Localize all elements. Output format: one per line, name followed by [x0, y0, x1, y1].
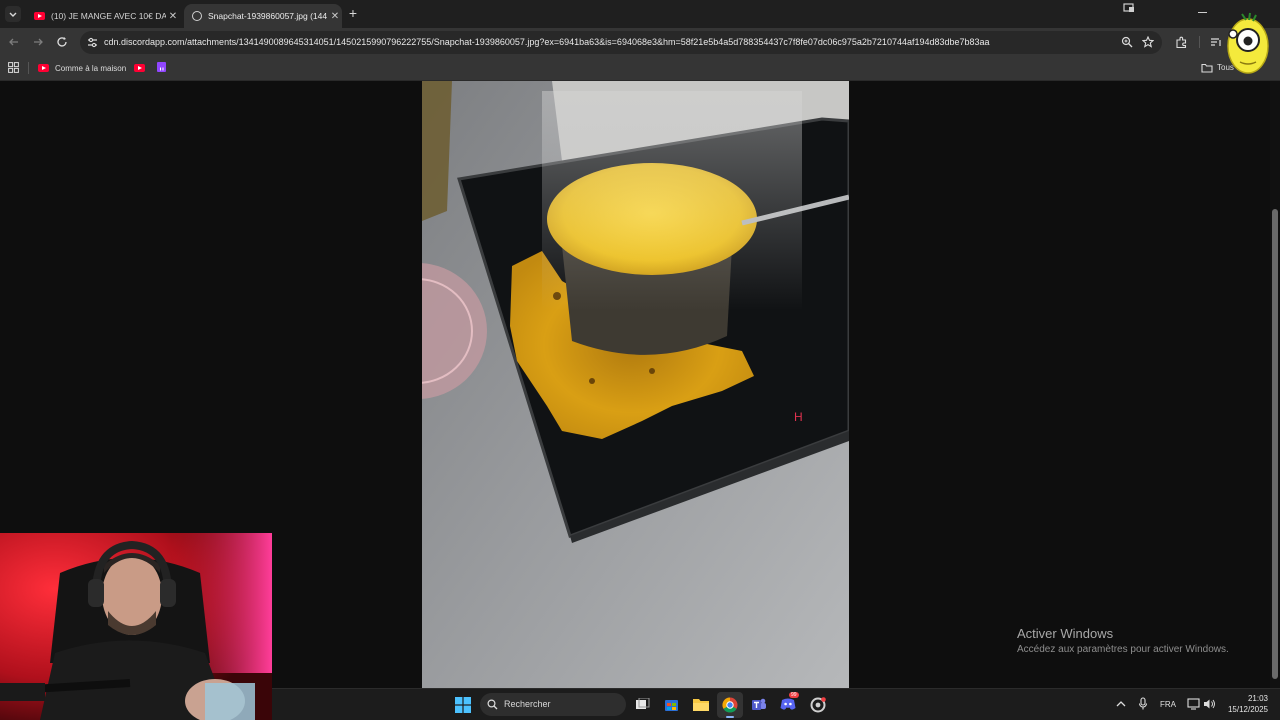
search-icon [487, 699, 498, 710]
bookmark-twitch[interactable] [157, 62, 166, 72]
tab-snapchat-image[interactable]: Snapchat-1939860057.jpg (144 ✕ [184, 4, 342, 28]
minimize-button[interactable] [1198, 12, 1207, 13]
windows-start-icon[interactable] [455, 697, 471, 713]
cartoon-face-overlay [1227, 12, 1269, 74]
clock[interactable]: 21:03 15/12/2025 [1222, 694, 1268, 714]
toolbar-divider [1199, 36, 1200, 48]
apps-grid-icon[interactable] [8, 62, 19, 73]
extensions-icon[interactable] [1175, 36, 1188, 49]
clock-date: 15/12/2025 [1227, 705, 1268, 714]
bookmark-star-icon[interactable] [1142, 36, 1154, 48]
chrome-icon [722, 697, 738, 713]
tab-search-button[interactable] [5, 6, 21, 22]
kitchen-photo: H [422, 81, 849, 689]
forward-arrow-icon[interactable] [32, 36, 44, 48]
bookmarks-divider [28, 62, 29, 74]
bookmark-comme-a-la-maison[interactable]: Comme à la maison [38, 61, 126, 75]
svg-text:H: H [794, 410, 803, 424]
clock-time: 21:03 [1247, 694, 1268, 703]
url-text: cdn.discordapp.com/attachments/134149008… [104, 37, 990, 47]
new-tab-button[interactable]: + [346, 5, 360, 21]
tab-strip: (10) JE MANGE AVEC 10€ DANS ✕ Snapchat-1… [0, 0, 1280, 28]
back-arrow-icon[interactable] [8, 36, 20, 48]
youtube-icon [38, 64, 49, 72]
address-bar[interactable]: cdn.discordapp.com/attachments/134149008… [80, 31, 1162, 54]
task-view-icon[interactable] [635, 698, 650, 712]
snapchat-photo[interactable]: H [422, 81, 849, 689]
active-indicator [726, 716, 734, 718]
webcam-overlay [0, 533, 272, 720]
tab-youtube[interactable]: (10) JE MANGE AVEC 10€ DANS ✕ [28, 4, 180, 28]
taskbar-search[interactable]: Rechercher [480, 693, 626, 716]
activate-title: Activer Windows [1017, 626, 1114, 641]
zoom-icon[interactable] [1121, 36, 1133, 48]
microphone-icon[interactable] [1138, 697, 1148, 711]
close-icon[interactable]: ✕ [328, 11, 342, 22]
close-icon[interactable]: ✕ [166, 11, 180, 22]
file-explorer-icon[interactable] [693, 698, 709, 711]
youtube-icon [34, 12, 45, 20]
webcam-feed [0, 533, 272, 720]
vertical-scrollbar[interactable] [1270, 81, 1280, 689]
activate-windows-watermark: Activer Windows Accédez aux paramètres p… [1017, 626, 1229, 655]
folder-icon[interactable] [1201, 63, 1213, 73]
volume-icon[interactable] [1203, 698, 1216, 710]
twitch-icon [160, 67, 164, 71]
cast-icon[interactable] [1123, 3, 1135, 13]
discord-notification-badge: 99 [789, 692, 799, 698]
activate-subtitle: Accédez aux paramètres pour activer Wind… [1017, 644, 1229, 655]
youtube-icon [134, 64, 145, 72]
reload-icon[interactable] [56, 36, 68, 48]
bookmarks-bar: Comme à la maison Tous … oris [0, 56, 1280, 81]
bookmark-label: Comme à la maison [55, 63, 127, 73]
globe-icon [192, 11, 202, 21]
search-placeholder: Rechercher [504, 699, 551, 709]
settings-app-icon[interactable] [810, 697, 826, 713]
scrollbar-thumb[interactable] [1272, 209, 1278, 679]
chevron-down-icon [9, 12, 17, 17]
chrome-taskbar-button[interactable] [717, 692, 743, 718]
teams-icon[interactable] [751, 697, 767, 712]
discord-taskbar-button[interactable]: 99 [780, 692, 799, 713]
media-controls-icon[interactable] [1210, 37, 1222, 48]
bookmark-youtube[interactable] [134, 64, 151, 72]
network-icon[interactable] [1187, 698, 1200, 710]
tab-label: (10) JE MANGE AVEC 10€ DANS [51, 11, 166, 21]
language-indicator[interactable]: FRA [1160, 700, 1176, 709]
toolbar: cdn.discordapp.com/attachments/134149008… [0, 28, 1280, 56]
site-info-icon[interactable] [87, 37, 98, 48]
discord-icon [780, 698, 796, 710]
store-icon[interactable] [664, 697, 679, 712]
chevron-up-icon[interactable] [1116, 700, 1126, 708]
tab-label: Snapchat-1939860057.jpg (144 [208, 11, 328, 21]
